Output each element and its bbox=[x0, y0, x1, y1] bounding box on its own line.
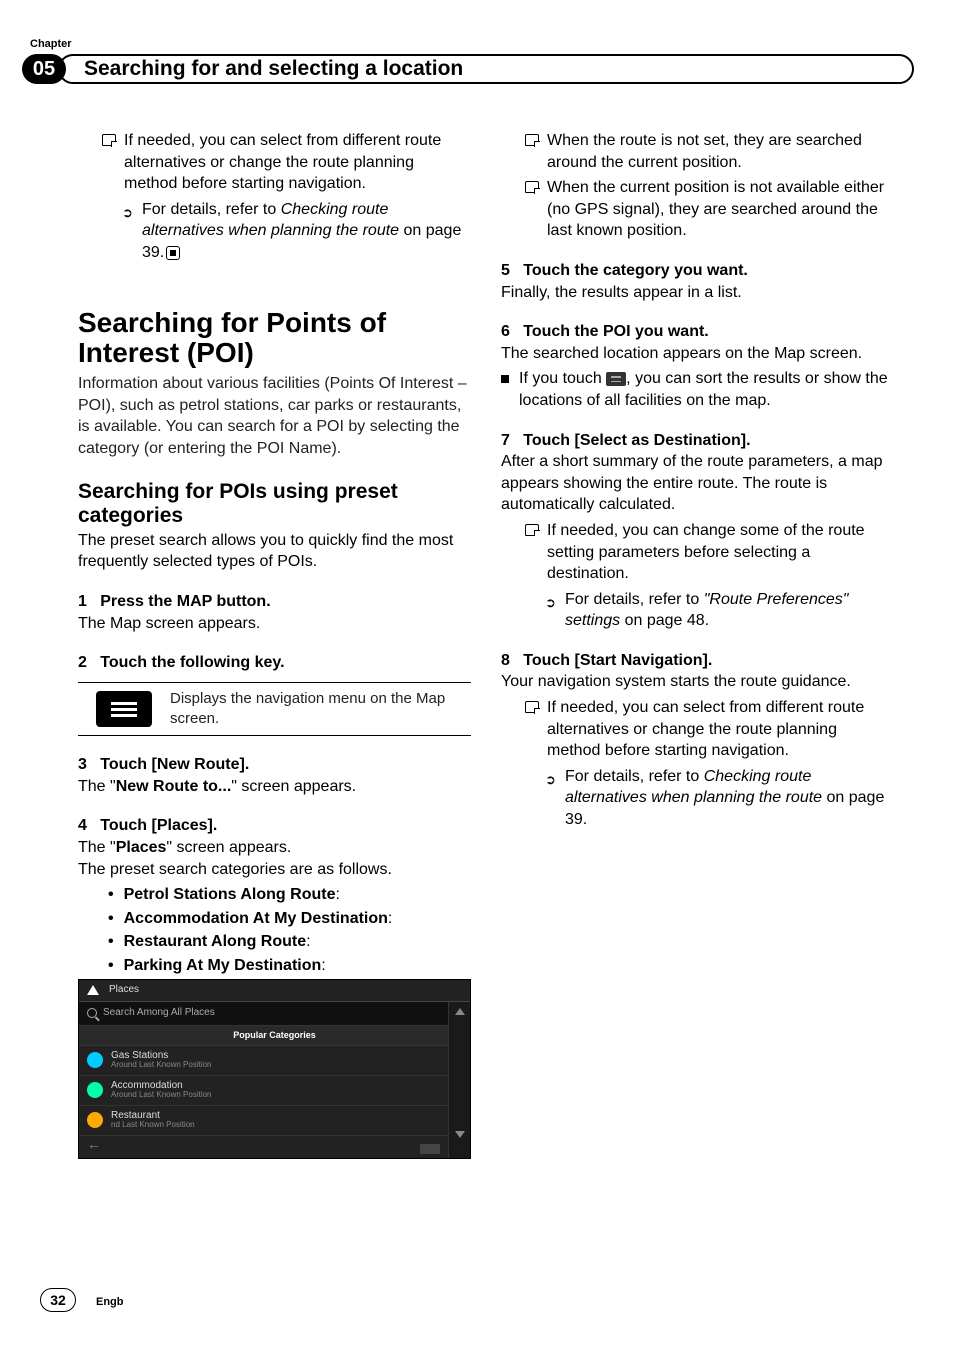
note-icon bbox=[102, 134, 116, 146]
list-menu-icon bbox=[606, 372, 626, 386]
step-1: 1 Press the MAP button. bbox=[78, 591, 471, 613]
restaurant-icon bbox=[87, 1112, 103, 1128]
row-3-sub: nd Last Known Position bbox=[111, 1121, 195, 1130]
popular-categories-header: Popular Categories bbox=[79, 1026, 470, 1046]
step-3-body: The "New Route to..." screen appears. bbox=[78, 776, 471, 798]
key-description: Displays the navigation menu on the Map … bbox=[170, 689, 471, 730]
scroll-down-icon bbox=[455, 1131, 465, 1138]
section-heading: Searching for Points of Interest (POI) bbox=[78, 308, 471, 370]
step-3: 3 Touch [New Route]. bbox=[78, 754, 471, 776]
search-icon bbox=[87, 1008, 97, 1018]
step-4-body: The "Places" screen appears. bbox=[78, 837, 471, 859]
row-1-sub: Around Last Known Position bbox=[111, 1061, 212, 1070]
keyboard-icon bbox=[420, 1144, 440, 1154]
note-icon bbox=[525, 524, 539, 536]
reference-arrow-icon bbox=[122, 202, 136, 264]
step-8: 8 Touch [Start Navigation]. bbox=[501, 650, 894, 672]
reference-arrow-icon bbox=[545, 592, 559, 632]
step-5-body: Finally, the results appear in a list. bbox=[501, 282, 894, 304]
step-1-body: The Map screen appears. bbox=[78, 613, 471, 635]
back-triangle-icon bbox=[87, 985, 99, 995]
scroll-up-icon bbox=[455, 1008, 465, 1015]
subsection-intro: The preset search allows you to quickly … bbox=[78, 530, 471, 573]
language-label: Engb bbox=[96, 1296, 124, 1308]
page-number: 32 bbox=[40, 1288, 76, 1312]
gas-station-icon bbox=[87, 1052, 103, 1068]
reference-arrow-icon bbox=[545, 769, 559, 831]
step-2: 2 Touch the following key. bbox=[78, 652, 471, 674]
step-5: 5 Touch the category you want. bbox=[501, 260, 894, 282]
bullet-3: Restaurant Along Route: bbox=[124, 931, 311, 953]
step-7-body: After a short summary of the route param… bbox=[501, 451, 894, 516]
section-intro: Information about various facilities (Po… bbox=[78, 373, 471, 459]
row-2-sub: Around Last Known Position bbox=[111, 1091, 212, 1100]
end-mark-icon bbox=[166, 246, 180, 260]
reference-text: For details, refer to Checking route alt… bbox=[142, 199, 471, 264]
note-icon bbox=[525, 134, 539, 146]
key-description-box: Displays the navigation menu on the Map … bbox=[78, 682, 471, 737]
chapter-label: Chapter bbox=[30, 38, 72, 50]
page-title: Searching for and selecting a location bbox=[58, 54, 914, 84]
step-7-ref: For details, refer to "Route Preferences… bbox=[565, 589, 894, 632]
back-arrow-icon: ← bbox=[87, 1135, 101, 1154]
step-7: 7 Touch [Select as Destination]. bbox=[501, 430, 894, 452]
places-screenshot: Places Search Among All Places Popular C… bbox=[78, 979, 471, 1159]
bullet-1: Petrol Stations Along Route: bbox=[124, 884, 340, 906]
screenshot-title: Places bbox=[109, 983, 139, 997]
step-6: 6 Touch the POI you want. bbox=[501, 321, 894, 343]
square-bullet-icon bbox=[501, 375, 509, 383]
bullet-2: Accommodation At My Destination: bbox=[124, 908, 393, 930]
step-6-note: If you touch , you can sort the results … bbox=[519, 368, 894, 411]
step-8-ref: For details, refer to Checking route alt… bbox=[565, 766, 894, 831]
step-8-tip: If needed, you can select from different… bbox=[547, 697, 894, 762]
step-7-tip: If needed, you can change some of the ro… bbox=[547, 520, 894, 585]
step-4-extra: The preset search categories are as foll… bbox=[78, 859, 471, 881]
content-area: If needed, you can select from different… bbox=[78, 130, 894, 1262]
note-text: When the route is not set, they are sear… bbox=[547, 130, 894, 173]
step-8-body: Your navigation system starts the route … bbox=[501, 671, 894, 693]
search-placeholder: Search Among All Places bbox=[103, 1006, 215, 1020]
note-icon bbox=[525, 181, 539, 193]
subsection-heading: Searching for POIs using preset categori… bbox=[78, 480, 471, 528]
note-icon bbox=[525, 701, 539, 713]
step-6-body: The searched location appears on the Map… bbox=[501, 343, 894, 365]
note-text: When the current position is not availab… bbox=[547, 177, 894, 242]
bullet-4: Parking At My Destination: bbox=[124, 955, 326, 977]
step-4: 4 Touch [Places]. bbox=[78, 815, 471, 837]
accommodation-icon bbox=[87, 1082, 103, 1098]
note-text: If needed, you can select from different… bbox=[124, 130, 471, 195]
menu-key-icon bbox=[96, 691, 152, 727]
